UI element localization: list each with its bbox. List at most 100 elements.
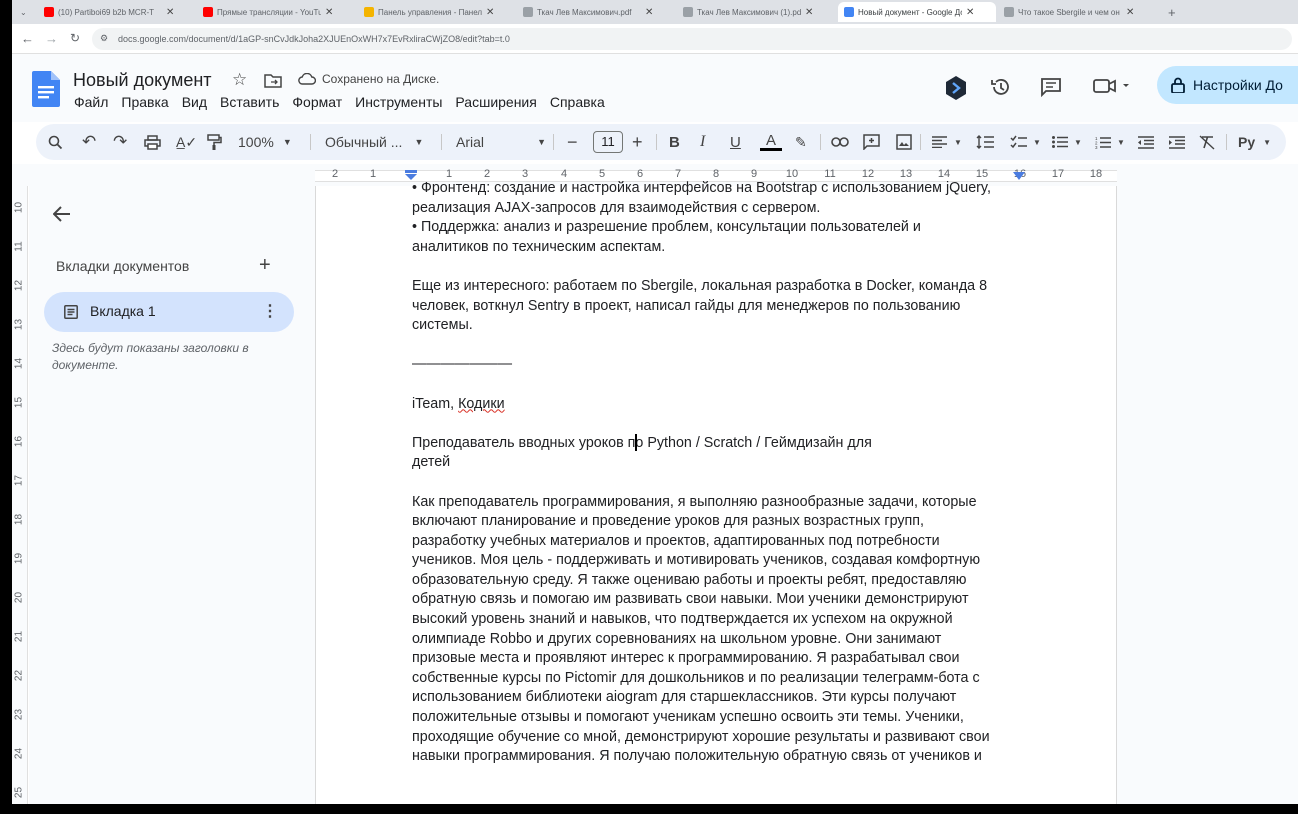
close-tab-icon[interactable]: ✕ (1126, 7, 1134, 18)
font-size-input[interactable]: 11 (593, 124, 623, 160)
close-tab-icon[interactable]: ✕ (805, 7, 813, 18)
comments-icon[interactable] (1040, 77, 1062, 97)
increase-indent-icon[interactable] (1169, 124, 1185, 160)
underline-icon[interactable]: U (730, 124, 741, 160)
align-menu[interactable]: ▼ (932, 124, 962, 160)
paint-format-icon[interactable] (207, 124, 222, 160)
close-tab-icon[interactable]: ✕ (966, 7, 974, 18)
menu-extensions[interactable]: Расширения (455, 94, 536, 110)
doc-line: Еще из интересного: работаем по Sbergile… (412, 277, 988, 294)
doc-line: включают планирование и проведение уроко… (412, 513, 924, 530)
menu-edit[interactable]: Правка (121, 94, 168, 110)
doc-line: детей (412, 454, 451, 471)
document-page[interactable]: • Фронтенд: создание и настройка интерфе… (315, 180, 1117, 804)
checklist-menu[interactable]: ▼ (1010, 124, 1041, 160)
browser-tab[interactable]: Новый документ - Google До ✕ (838, 2, 996, 22)
chevron-down-icon: ⌄ (20, 7, 27, 17)
highlight-color-icon[interactable]: ✎ (795, 124, 807, 160)
close-tab-icon[interactable]: ✕ (325, 7, 333, 18)
tab-title: Что такое Sbergile и чем он отл (1018, 7, 1122, 17)
toolbar-divider (441, 134, 442, 150)
save-status[interactable]: Сохранено на Диске. (298, 72, 439, 86)
numbered-list-menu[interactable]: 123 ▼ (1095, 124, 1125, 160)
browser-tab[interactable]: Ткач Лев Максимович.pdf ✕ (517, 2, 675, 22)
version-history-icon[interactable] (990, 76, 1012, 98)
line-spacing-icon[interactable] (976, 124, 994, 160)
doc-line: учеников. Моя цель - поддерживать и моти… (412, 552, 981, 569)
menu-help[interactable]: Справка (550, 94, 605, 110)
add-tab-icon[interactable]: + (259, 254, 271, 277)
tab-title: Ткач Лев Максимович (1).pdf (697, 7, 801, 17)
gemini-extension-icon[interactable] (945, 76, 967, 100)
new-tab-button[interactable]: + (1162, 2, 1182, 22)
tab-title: Новый документ - Google До (858, 7, 962, 17)
toolbar-divider (1226, 134, 1227, 150)
document-title[interactable]: Новый документ (73, 70, 212, 91)
meet-video-icon[interactable] (1093, 78, 1131, 94)
font-value: Arial (456, 134, 485, 150)
back-arrow-icon[interactable] (53, 206, 71, 222)
bulleted-list-menu[interactable]: ▼ (1052, 124, 1082, 160)
clear-formatting-icon[interactable] (1199, 124, 1215, 160)
share-button[interactable]: Настройки До (1157, 66, 1298, 104)
add-comment-icon[interactable] (863, 124, 880, 160)
doc-line: высокий уровень знаний и навыков, что по… (412, 611, 953, 628)
insert-image-icon[interactable] (896, 124, 912, 160)
dropdown-arrow-icon: ▼ (414, 137, 424, 147)
vertical-ruler[interactable]: 10 11 12 13 14 15 16 17 18 19 20 21 22 23 24 25 (12, 186, 28, 804)
back-icon[interactable]: ← (21, 31, 34, 46)
font-family-select[interactable]: Arial ▼ (456, 124, 546, 160)
browser-tab[interactable]: Прямые трансляции - YouTube ✕ (197, 2, 355, 22)
menu-insert[interactable]: Вставить (220, 94, 279, 110)
site-info-icon[interactable]: ⚙ (100, 33, 108, 44)
menu-tools[interactable]: Инструменты (355, 94, 442, 110)
paragraph-style-select[interactable]: Обычный ... ▼ (325, 124, 435, 160)
insert-link-icon[interactable] (831, 124, 849, 160)
company-text: iTeam, (412, 395, 459, 412)
browser-tab[interactable]: Панель управления - Панель ✕ (358, 2, 516, 22)
input-tools-label: Ру (1238, 134, 1256, 150)
bold-icon[interactable]: B (669, 124, 680, 160)
vertical-ruler-number: 18 (13, 513, 25, 526)
saved-text: Сохранено на Диске. (322, 72, 440, 86)
input-tools-menu[interactable]: Ру ▼ (1238, 124, 1271, 160)
browser-tab[interactable]: (10) Partiboi69 b2b MCR-T ✕ (38, 2, 196, 22)
close-tab-icon[interactable]: ✕ (166, 7, 174, 18)
tab-title: Прямые трансляции - YouTube (217, 7, 321, 17)
close-tab-icon[interactable]: ✕ (486, 7, 494, 18)
close-tab-icon[interactable]: ✕ (645, 7, 653, 18)
document-tab-item[interactable]: Вкладка 1 ⋮ (44, 292, 294, 332)
more-vert-icon[interactable]: ⋮ (262, 301, 278, 321)
text-color-icon[interactable]: A (760, 124, 782, 160)
document-tab-icon (64, 305, 78, 319)
menu-file[interactable]: Файл (74, 94, 108, 110)
tab-list-button[interactable]: ⌄ (16, 2, 34, 22)
increase-font-size-icon[interactable]: + (632, 124, 643, 160)
browser-tab[interactable]: Что такое Sbergile и чем он отл ✕ (998, 2, 1156, 22)
decrease-font-size-icon[interactable]: − (567, 124, 578, 160)
reload-icon[interactable]: ↻ (70, 31, 80, 45)
italic-icon[interactable]: I (700, 124, 705, 160)
decrease-indent-icon[interactable] (1138, 124, 1154, 160)
browser-tab[interactable]: Ткач Лев Максимович (1).pdf ✕ (677, 2, 835, 22)
menu-format[interactable]: Формат (292, 94, 342, 110)
forward-icon[interactable]: → (45, 31, 58, 46)
misspelled-word[interactable]: Кодики (458, 396, 505, 412)
spellcheck-icon[interactable]: A̲✓ (176, 124, 197, 160)
star-icon[interactable]: ☆ (232, 70, 247, 90)
move-folder-icon[interactable] (264, 73, 282, 88)
zoom-select[interactable]: 100% ▼ (238, 124, 302, 160)
toolbar-divider (656, 134, 657, 150)
docs-logo-icon[interactable] (32, 71, 60, 107)
vertical-ruler-number: 19 (13, 552, 25, 565)
url-field[interactable]: ⚙ docs.google.com/document/d/1aGP-snCvJd… (92, 28, 1292, 50)
undo-icon[interactable]: ↶ (82, 124, 96, 160)
print-icon[interactable] (144, 124, 161, 160)
search-menus-icon[interactable] (48, 124, 63, 160)
doc-line: реализация AJAX-запросов для взаимодейст… (412, 199, 821, 216)
document-body[interactable]: • Фронтенд: создание и настройка интерфе… (412, 179, 1017, 767)
vertical-ruler-number: 16 (13, 435, 25, 448)
ruler-number: 2 (331, 168, 339, 180)
redo-icon[interactable]: ↷ (113, 124, 127, 160)
menu-view[interactable]: Вид (182, 94, 207, 110)
